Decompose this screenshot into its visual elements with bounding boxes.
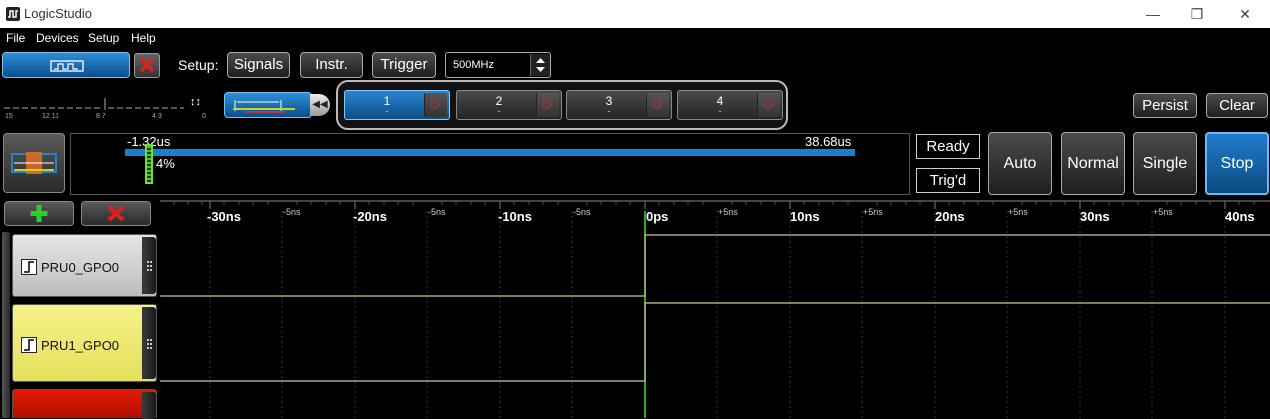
signals-button[interactable]: Signals: [227, 52, 290, 78]
minimize-icon[interactable]: —: [1142, 4, 1164, 24]
axis-major-label: 30ns: [1080, 209, 1110, 224]
bitfield-indicator: ↕↕ 15 12 11 8 7 4 3 0: [4, 96, 214, 122]
overview-view-handle[interactable]: [145, 144, 153, 184]
slot-value: -: [497, 106, 501, 116]
mode-single-button[interactable]: Single: [1133, 132, 1197, 195]
axis-minor-label: +5ns: [718, 207, 738, 217]
menu-file[interactable]: File: [6, 31, 25, 45]
bit-arrows-icon[interactable]: ↕↕: [190, 96, 201, 108]
overview-buffer-bar: [125, 149, 855, 156]
channel-row[interactable]: PRU1_GPO0: [12, 304, 157, 382]
zoom-range-icon: [233, 100, 295, 113]
status-trigd: Trig'd: [916, 168, 980, 193]
slot-clear-icon[interactable]: [536, 93, 559, 117]
slot-2[interactable]: 2 -: [456, 90, 562, 120]
mode-normal-button[interactable]: Normal: [1061, 132, 1125, 195]
bit-label: 15: [5, 113, 13, 120]
axis-minor-label: +5ns: [1008, 207, 1028, 217]
axis-major-label: 0ps: [646, 209, 669, 224]
setup-label: Setup:: [178, 57, 219, 73]
instr-button[interactable]: Instr.: [300, 52, 363, 78]
bit-label: 0: [202, 113, 206, 120]
overview-end: 38.68us: [805, 134, 852, 149]
waveform-area[interactable]: -30ns -5ns -20ns -5ns -10ns -5ns 0ps +5n…: [160, 197, 1270, 418]
status-ready: Ready: [916, 134, 980, 159]
disconnect-button[interactable]: [134, 53, 160, 78]
axis-minor-label: -5ns: [428, 207, 446, 217]
channel-drag-handle[interactable]: [142, 392, 156, 419]
channel-row[interactable]: [12, 389, 157, 419]
clear-button[interactable]: Clear: [1206, 93, 1268, 118]
axis-major-label: 40ns: [1225, 209, 1255, 224]
overview-panel[interactable]: -1.32us 38.68us 4%: [70, 133, 910, 195]
slot-clear-icon[interactable]: [646, 93, 669, 117]
plus-icon: [30, 205, 48, 222]
channel-row[interactable]: PRU0_GPO0: [12, 234, 157, 297]
overview-percent: 4%: [156, 156, 175, 171]
channel-name: PRU1_GPO0: [41, 338, 120, 353]
add-channel-button[interactable]: [4, 201, 74, 226]
device-icon: [50, 60, 84, 72]
close-icon: [139, 57, 155, 73]
digital-signal-icon: [21, 259, 37, 275]
axis-major-label: 20ns: [935, 209, 965, 224]
axis-major-label: -10ns: [498, 209, 532, 224]
slot-clear-icon[interactable]: [757, 93, 780, 117]
digital-signal-icon: [21, 337, 37, 353]
slot-value: -: [385, 106, 389, 116]
slot-clear-icon[interactable]: [424, 93, 447, 117]
app-logo-icon: [6, 7, 20, 21]
bitfield-ticks: [4, 98, 184, 110]
close-icon: [107, 205, 125, 222]
mode-stop-button[interactable]: Stop: [1205, 132, 1269, 195]
title-bar: LogicStudio — ❐ ✕: [0, 0, 1270, 29]
channel-scrollbar[interactable]: [2, 232, 10, 418]
slot-3[interactable]: 3 -: [566, 90, 672, 120]
spin-arrows-icon[interactable]: [530, 54, 550, 76]
channel-drag-handle[interactable]: [142, 307, 156, 379]
persist-button[interactable]: Persist: [1133, 93, 1197, 118]
menu-setup[interactable]: Setup: [88, 31, 119, 45]
overview-zoom-button[interactable]: [3, 133, 65, 193]
remove-channel-button[interactable]: [81, 201, 151, 226]
bit-label: 8 7: [96, 113, 106, 120]
window-title: LogicStudio: [24, 6, 92, 21]
restore-icon[interactable]: ❐: [1186, 4, 1208, 24]
bit-label: 12 11: [42, 113, 59, 120]
menu-bar: File Devices Setup Help: [0, 28, 1270, 48]
zoom-fit-button[interactable]: [224, 92, 312, 118]
axis-minor-label: +5ns: [1153, 207, 1173, 217]
rewind-icon[interactable]: ◀◀: [310, 94, 330, 116]
overview-window-icon: [11, 152, 57, 174]
trigger-button[interactable]: Trigger: [372, 52, 436, 78]
slot-4[interactable]: 4 -: [677, 90, 783, 120]
slot-value: -: [718, 106, 722, 116]
menu-devices[interactable]: Devices: [36, 31, 79, 45]
sample-rate-select[interactable]: 500MHz: [445, 52, 551, 78]
waveform-grid: [160, 200, 1270, 418]
channel-name: PRU0_GPO0: [41, 260, 120, 275]
slot-1[interactable]: 1 -: [344, 90, 450, 120]
axis-major-label: -20ns: [353, 209, 387, 224]
axis-minor-label: +5ns: [863, 207, 883, 217]
axis-minor-label: -5ns: [283, 207, 301, 217]
device-button[interactable]: [2, 52, 130, 78]
slot-value: -: [607, 106, 611, 116]
axis-minor-label: -5ns: [573, 207, 591, 217]
channel-drag-handle[interactable]: [142, 237, 156, 294]
sample-rate-value: 500MHz: [453, 59, 494, 71]
mode-auto-button[interactable]: Auto: [988, 132, 1052, 195]
close-icon[interactable]: ✕: [1234, 4, 1256, 24]
axis-major-label: -30ns: [207, 209, 241, 224]
menu-help[interactable]: Help: [131, 31, 156, 45]
axis-major-label: 10ns: [790, 209, 820, 224]
bit-label: 4 3: [152, 113, 162, 120]
